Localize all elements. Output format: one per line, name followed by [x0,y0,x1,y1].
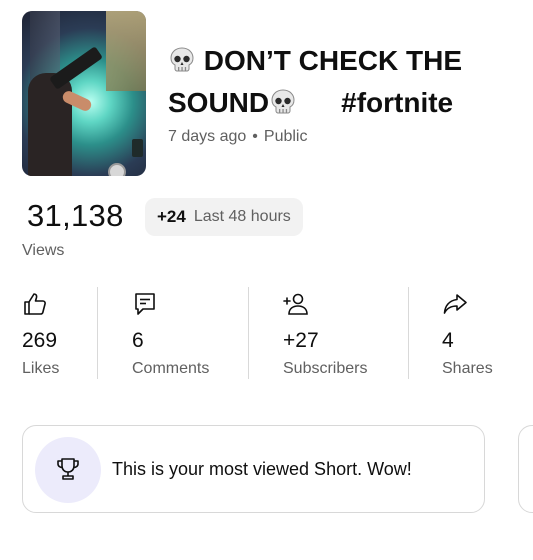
stat-divider [97,287,98,379]
engagement-stats: 269 Likes 6 Comments +27 Subscribers 4 S… [0,287,533,379]
next-insight-card[interactable] [518,425,533,513]
video-visibility: Public [263,128,308,145]
thumbnail-badge [132,139,143,157]
views-label: Views [22,242,65,259]
insight-message: This is your most viewed Short. Wow! [112,459,412,479]
stat-divider [248,287,249,379]
views-delta: +24 [157,207,186,226]
shares-label: Shares [442,360,493,377]
title-line-2: SOUND [168,87,270,118]
video-age: 7 days ago [168,128,247,145]
skull-emoji-icon [271,89,295,114]
skull-emoji-icon [170,47,194,72]
add-person-icon [283,293,308,315]
shares-value: 4 [442,329,454,352]
thumbnail-character [28,73,72,176]
views-delta-pill: +24 Last 48 hours [145,198,303,236]
likes-label: Likes [22,360,60,377]
comments-label: Comments [132,360,210,377]
comments-value: 6 [132,329,144,352]
thumbnail-wall [106,11,146,91]
views-count: 31,138 [27,198,124,233]
subscribers-label: Subscribers [283,360,368,377]
title-hashtag[interactable]: #fortnite [341,87,453,118]
thumbs-up-icon [24,293,46,315]
subscribers-value: +27 [283,329,319,352]
likes-value: 269 [22,329,58,352]
title-line-1: DON’T CHECK THE [203,45,463,76]
stat-divider [408,287,409,379]
thumbnail-emote [108,163,126,176]
video-meta: 7 days ago • Public [168,128,307,146]
trophy-icon [57,458,79,480]
video-thumbnail[interactable] [22,11,146,176]
share-icon [443,294,467,314]
insight-card[interactable]: This is your most viewed Short. Wow! [22,425,485,513]
views-period: Last 48 hours [193,208,291,225]
meta-separator: • [252,128,258,145]
video-title: DON’T CHECK THE SOUND #fortnite [168,40,513,124]
comment-icon [135,293,155,315]
